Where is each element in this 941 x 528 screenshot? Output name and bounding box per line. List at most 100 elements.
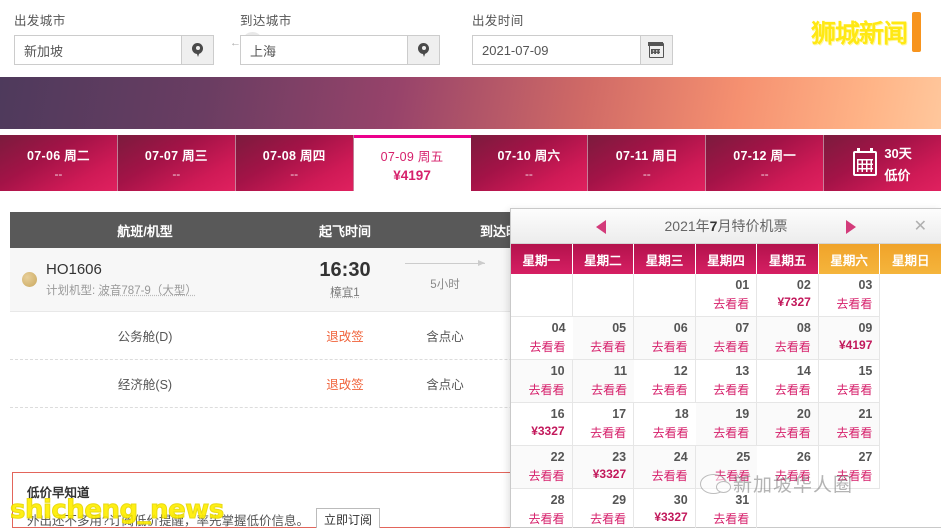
calendar-day-action[interactable]: 去看看 — [573, 510, 627, 527]
calendar-day-number: 11 — [573, 364, 628, 378]
calendar-day-action[interactable]: 去看看 — [819, 424, 873, 441]
calendar-day-cell[interactable]: 16 ¥3327 — [511, 403, 573, 446]
calendar-day-action[interactable]: 去看看 — [634, 424, 689, 441]
date-tab[interactable]: 07-06 周二 -- — [0, 135, 118, 191]
calendar-day-price[interactable]: ¥7327 — [757, 295, 811, 309]
calendar-day-cell[interactable]: 05去看看 — [573, 317, 635, 360]
calendar-day-cell[interactable]: 06去看看 — [634, 317, 696, 360]
calendar-day-action[interactable]: 去看看 — [573, 424, 627, 441]
refund-change-policy[interactable]: 退改签 — [280, 374, 410, 393]
calendar-day-cell[interactable]: 29 去看看 — [573, 489, 635, 528]
calendar-day-cell[interactable]: 01去看看 — [696, 274, 758, 317]
calendar-day-cell[interactable]: 27去看看 — [819, 446, 881, 489]
calendar-day-action[interactable]: 去看看 — [757, 338, 811, 355]
aircraft-model-value[interactable]: 波音787-9（大型） — [98, 285, 196, 297]
calendar-day-cell[interactable]: 08去看看 — [757, 317, 819, 360]
calendar-day-action[interactable]: 去看看 — [819, 295, 873, 312]
date-tab[interactable]: 07-08 周四 -- — [236, 135, 354, 191]
calendar-day-number: 02 — [757, 278, 811, 292]
calendar-day-number: 28 — [511, 493, 565, 507]
flight-arrow-icon — [405, 263, 485, 264]
30-day-low-price-tab[interactable]: 30天 低价 — [824, 135, 941, 191]
date-tab[interactable]: 07-07 周三 -- — [118, 135, 236, 191]
arrival-input-wrap[interactable] — [240, 35, 440, 65]
departure-input-wrap[interactable] — [14, 35, 214, 65]
flight-aircraft-model: 计划机型: 波音787-9（大型） — [46, 282, 197, 298]
brand-accent-bar — [912, 12, 921, 52]
calendar-day-price[interactable]: ¥4197 — [819, 338, 873, 352]
calendar-day-price[interactable]: ¥3327 — [573, 467, 627, 481]
calendar-day-action[interactable]: 去看看 — [634, 381, 688, 398]
calendar-day-action[interactable]: 去看看 — [696, 424, 750, 441]
promo-line-2: 低价 — [884, 165, 910, 184]
calendar-day-cell[interactable]: 31去看看 — [696, 489, 758, 528]
calendar-day-cell[interactable]: 21去看看 — [819, 403, 881, 446]
calendar-day-cell[interactable]: 23¥3327 — [573, 446, 635, 489]
departure-location-button[interactable] — [181, 36, 213, 64]
calendar-day-action[interactable]: 去看看 — [819, 467, 873, 484]
calendar-day-cell[interactable]: 24去看看 — [634, 446, 696, 489]
date-tab-active[interactable]: 07-09 周五 ¥4197 — [354, 135, 471, 191]
calendar-day-action[interactable]: 去看看 — [511, 381, 565, 398]
calendar-day-action[interactable]: 去看看 — [757, 381, 811, 398]
date-tab[interactable]: 07-10 周六 -- — [471, 135, 589, 191]
calendar-day-cell[interactable]: 12 去看看 — [634, 360, 696, 403]
date-picker-button[interactable] — [640, 36, 672, 64]
calendar-day-action[interactable]: 去看看 — [757, 424, 811, 441]
weekday-wednesday: 星期三 — [634, 244, 696, 274]
close-icon[interactable]: ✕ — [914, 218, 927, 234]
calendar-day-cell[interactable]: 30¥3327 — [634, 489, 696, 528]
arrival-location-button[interactable] — [407, 36, 439, 64]
calendar-day-cell[interactable]: 19去看看 — [696, 403, 758, 446]
calendar-day-number: 12 — [634, 364, 688, 378]
calendar-day-action[interactable]: 去看看 — [511, 338, 566, 355]
calendar-day-number: 20 — [757, 407, 811, 421]
calendar-day-cell[interactable]: 20 去看看 — [757, 403, 819, 446]
calendar-day-action[interactable]: 去看看 — [511, 510, 565, 527]
calendar-day-action[interactable]: 去看看 — [573, 338, 627, 355]
calendar-day-cell[interactable]: 02 ¥7327 — [757, 274, 819, 317]
triangle-right-icon[interactable] — [846, 220, 856, 234]
calendar-day-action[interactable]: 去看看 — [696, 510, 750, 527]
subscribe-button[interactable]: 立即订阅 — [316, 508, 380, 528]
calendar-day-action[interactable]: 去看看 — [634, 338, 688, 355]
calendar-day-number: 29 — [573, 493, 627, 507]
calendar-day-cell[interactable]: 22去看看 — [511, 446, 573, 489]
calendar-day-cell[interactable]: 18去看看 — [634, 403, 696, 446]
calendar-day-action[interactable]: 去看看 — [696, 338, 750, 355]
calendar-day-cell[interactable]: 15去看看 — [819, 360, 881, 403]
calendar-day-action[interactable]: 去看看 — [696, 381, 750, 398]
date-tab[interactable]: 07-12 周一 -- — [706, 135, 824, 191]
calendar-day-cell[interactable]: 07去看看 — [696, 317, 758, 360]
calendar-day-action[interactable]: 去看看 — [511, 467, 565, 484]
calendar-day-action[interactable]: 去看看 — [573, 381, 628, 398]
calendar-day-cell[interactable]: 10去看看 — [511, 360, 573, 403]
calendar-day-price[interactable]: ¥3327 — [634, 510, 688, 524]
calendar-day-cell[interactable]: 28 去看看 — [511, 489, 573, 528]
calendar-day-cell[interactable]: 09¥4197 — [819, 317, 881, 360]
calendar-day-cell[interactable]: 14去看看 — [757, 360, 819, 403]
calendar-day-number: 16 — [511, 407, 565, 421]
calendar-day-price[interactable]: ¥3327 — [511, 424, 565, 438]
date-tab-price: -- — [761, 167, 769, 181]
calendar-day-action[interactable]: 去看看 — [696, 467, 751, 484]
departure-city-input[interactable] — [15, 36, 181, 64]
calendar-day-cell[interactable]: 25去看看 — [696, 446, 758, 489]
calendar-day-action[interactable]: 去看看 — [819, 381, 873, 398]
calendar-day-action[interactable]: 去看看 — [696, 295, 750, 312]
date-tab[interactable]: 07-11 周日 -- — [588, 135, 706, 191]
calendar-day-cell[interactable]: 03去看看 — [819, 274, 881, 317]
triangle-left-icon[interactable] — [596, 220, 606, 234]
refund-change-policy[interactable]: 退改签 — [280, 326, 410, 345]
departure-airport: 樟宜1 — [280, 284, 410, 300]
calendar-day-cell[interactable]: 17去看看 — [573, 403, 635, 446]
calendar-day-action[interactable]: 去看看 — [634, 467, 688, 484]
calendar-day-cell[interactable]: 04去看看 — [511, 317, 573, 360]
calendar-day-action[interactable]: 去看看 — [757, 467, 811, 484]
departure-date-input[interactable] — [473, 36, 640, 64]
calendar-day-cell[interactable]: 11 去看看 — [573, 360, 635, 403]
calendar-day-cell[interactable]: 13去看看 — [696, 360, 758, 403]
date-input-wrap[interactable] — [472, 35, 673, 65]
calendar-day-cell[interactable]: 26去看看 — [757, 446, 819, 489]
arrival-city-input[interactable] — [241, 36, 407, 64]
